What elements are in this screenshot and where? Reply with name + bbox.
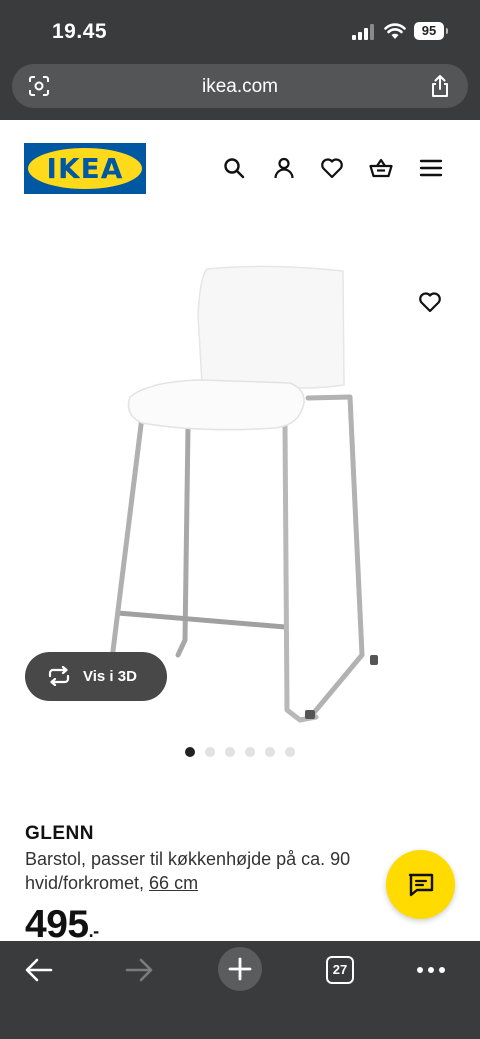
add-to-favourites-icon[interactable]	[418, 290, 442, 314]
browser-toolbar: 27	[0, 941, 480, 1039]
price-suffix: .-	[88, 921, 100, 941]
carousel-dot[interactable]	[265, 747, 275, 757]
carousel-dot-active[interactable]	[185, 747, 195, 757]
product-description: Barstol, passer til køkkenhøjde på ca. 9…	[25, 849, 351, 869]
chat-icon	[408, 873, 434, 897]
menu-icon[interactable]	[419, 156, 443, 180]
forward-arrow-icon[interactable]	[124, 955, 154, 985]
more-options-icon[interactable]	[416, 955, 446, 985]
url-field[interactable]: ikea.com	[12, 64, 468, 108]
product-name: GLENN	[25, 823, 94, 844]
carousel-dot[interactable]	[225, 747, 235, 757]
user-icon[interactable]	[272, 156, 296, 180]
chat-button[interactable]	[386, 850, 455, 919]
size-link[interactable]: 66 cm	[149, 873, 198, 893]
view-in-3d-button[interactable]: Vis i 3D	[25, 652, 167, 701]
battery-indicator: 95	[414, 22, 448, 40]
share-icon[interactable]	[430, 74, 450, 98]
image-carousel-indicator	[185, 747, 305, 759]
product-color: hvid/forkromet,	[25, 873, 150, 893]
status-bar: 19.45 95	[0, 0, 480, 60]
signal-icon	[352, 24, 374, 40]
browser-address-bar: ikea.com	[0, 60, 480, 120]
tab-switcher-button[interactable]: 27	[326, 956, 354, 984]
basket-icon[interactable]	[369, 156, 393, 180]
ikea-logo[interactable]: IKEA	[24, 143, 146, 194]
back-arrow-icon[interactable]	[24, 955, 54, 985]
plus-icon	[228, 957, 252, 981]
logo-text: IKEA	[46, 152, 124, 185]
carousel-dot[interactable]	[205, 747, 215, 757]
price-value: 495	[25, 903, 89, 946]
heart-icon[interactable]	[320, 156, 344, 180]
url-text: ikea.com	[201, 76, 279, 97]
search-icon[interactable]	[222, 156, 246, 180]
carousel-dot[interactable]	[245, 747, 255, 757]
status-time: 19.45	[52, 20, 108, 43]
rotate-3d-icon	[48, 666, 70, 686]
carousel-dot[interactable]	[285, 747, 295, 757]
product-variant: hvid/forkromet, 66 cm	[25, 873, 198, 894]
view-in-3d-label: Vis i 3D	[83, 668, 137, 685]
wifi-icon	[384, 23, 406, 39]
new-tab-button[interactable]	[218, 947, 262, 991]
